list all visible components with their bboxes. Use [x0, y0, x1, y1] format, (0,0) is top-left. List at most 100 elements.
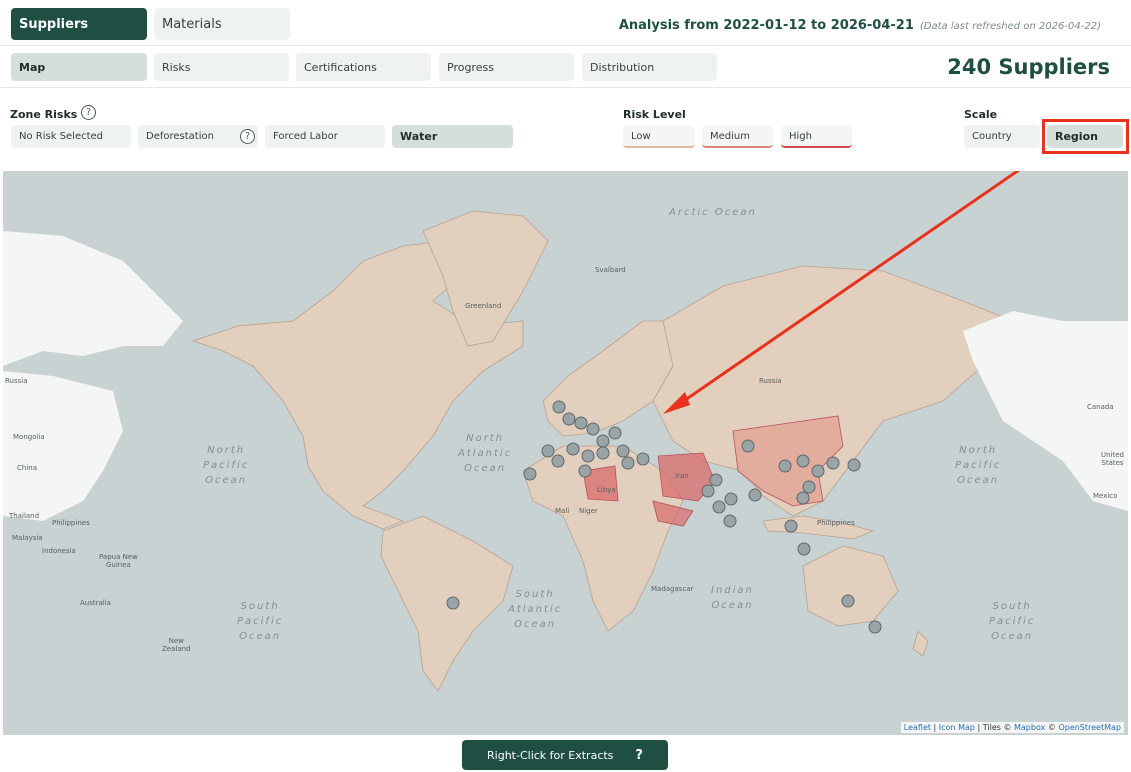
supplier-marker-icon[interactable]	[578, 464, 592, 478]
label-china: China	[17, 464, 37, 472]
option-forced-labor-label: Forced Labor	[273, 131, 338, 142]
mapbox-link[interactable]: Mapbox	[1014, 723, 1045, 732]
leaflet-link[interactable]: Leaflet	[904, 723, 931, 732]
supplier-marker-icon[interactable]	[796, 454, 810, 468]
label-russia-left: Russia	[5, 377, 28, 385]
supplier-marker-icon[interactable]	[541, 444, 555, 458]
supplier-marker-icon[interactable]	[523, 467, 537, 481]
analysis-title: Analysis from 2022-01-12 to 2026-04-21	[618, 18, 914, 33]
refresh-note: (Data last refreshed on 2026-04-22)	[919, 21, 1101, 32]
supplier-marker-icon[interactable]	[446, 596, 460, 610]
osm-link[interactable]: OpenStreetMap	[1058, 723, 1121, 732]
unloaded-tile-left	[3, 231, 183, 366]
risk-high[interactable]: High	[781, 126, 852, 148]
label-malaysia: Malaysia	[12, 534, 43, 542]
supplier-marker-icon[interactable]	[784, 519, 798, 533]
risk-medium-label: Medium	[710, 130, 750, 142]
label-svalbard: Svalbard	[595, 266, 626, 274]
supplier-marker-icon[interactable]	[608, 426, 622, 440]
supplier-marker-icon[interactable]	[797, 542, 811, 556]
supplier-marker-icon[interactable]	[847, 458, 861, 472]
tab-map[interactable]: Map	[11, 53, 147, 81]
label-philippines: Philippines	[817, 519, 855, 527]
extracts-label: Right-Click for Extracts	[487, 748, 614, 762]
highlight-box	[1042, 119, 1129, 154]
supplier-marker-icon[interactable]	[723, 514, 737, 528]
supplier-marker-icon[interactable]	[566, 442, 580, 456]
risk-medium[interactable]: Medium	[702, 126, 773, 148]
label-thailand: Thailand	[9, 512, 40, 520]
tab-certifications[interactable]: Certifications	[296, 53, 431, 81]
australia-land	[802, 545, 899, 627]
supplier-marker-icon[interactable]	[596, 446, 610, 460]
label-russia: Russia	[759, 377, 782, 385]
supplier-marker-icon[interactable]	[636, 452, 650, 466]
supplier-marker-icon[interactable]	[712, 500, 726, 514]
supplier-marker-icon[interactable]	[586, 422, 600, 436]
supplier-count: 240 Suppliers	[947, 55, 1110, 79]
map-attribution: Leaflet | Icon Map | Tiles © Mapbox © Op…	[900, 722, 1124, 733]
question-circle-icon[interactable]: ?	[240, 129, 255, 144]
label-niger: Niger	[579, 507, 598, 515]
supplier-marker-icon[interactable]	[596, 434, 610, 448]
supplier-marker-icon[interactable]	[841, 594, 855, 608]
option-water[interactable]: Water	[392, 125, 513, 148]
tab-distribution-label: Distribution	[590, 60, 655, 74]
supplier-marker-icon[interactable]	[552, 400, 566, 414]
label-greenland: Greenland	[465, 302, 502, 310]
ocean-north-atlantic: North Atlantic Ocean	[458, 433, 513, 474]
supplier-marker-icon[interactable]	[741, 439, 755, 453]
option-forced-labor[interactable]: Forced Labor	[265, 125, 385, 148]
supplier-marker-icon[interactable]	[616, 444, 630, 458]
ocean-south-pacific-left: South Pacific Ocean	[237, 601, 284, 642]
iconmap-link[interactable]: Icon Map	[939, 723, 975, 732]
tab-risks[interactable]: Risks	[154, 53, 289, 81]
risk-low[interactable]: Low	[623, 126, 695, 148]
scale-country[interactable]: Country	[964, 125, 1040, 148]
question-circle-icon[interactable]: ?	[81, 105, 96, 120]
label-mexico: Mexico	[1093, 492, 1118, 500]
supplier-marker-icon[interactable]	[811, 464, 825, 478]
label-philippines-left: Philippines	[52, 519, 90, 527]
extracts-button[interactable]: Right-Click for Extracts ?	[462, 740, 668, 770]
top-bar: Suppliers Materials Analysis from 2022-0…	[0, 0, 1131, 46]
supplier-marker-icon[interactable]	[621, 456, 635, 470]
supplier-marker-icon[interactable]	[724, 492, 738, 506]
unloaded-tile-asia	[3, 371, 123, 521]
option-deforestation-label: Deforestation	[146, 131, 214, 142]
supplier-marker-icon[interactable]	[748, 488, 762, 502]
supplier-marker-icon[interactable]	[562, 412, 576, 426]
supplier-marker-icon[interactable]	[581, 449, 595, 463]
label-australia: Australia	[80, 599, 111, 607]
tab-progress[interactable]: Progress	[439, 53, 574, 81]
tab-suppliers[interactable]: Suppliers	[11, 8, 147, 40]
analysis-range: Analysis from 2022-01-12 to 2026-04-21 (D…	[619, 18, 1101, 33]
label-united-states: United States	[1101, 451, 1124, 467]
supplier-marker-icon[interactable]	[796, 491, 810, 505]
supplier-marker-icon[interactable]	[574, 416, 588, 430]
scale-country-label: Country	[972, 131, 1012, 142]
tab-distribution[interactable]: Distribution	[582, 53, 717, 81]
supplier-marker-icon[interactable]	[826, 456, 840, 470]
tab-materials[interactable]: Materials	[154, 8, 290, 40]
zone-risks-title: Zone Risks	[10, 108, 78, 121]
risk-low-label: Low	[631, 130, 651, 142]
tab-materials-label: Materials	[162, 16, 222, 32]
new-zealand-land	[912, 630, 929, 657]
option-no-risk-label: No Risk Selected	[19, 131, 104, 142]
attrib-tiles: | Tiles ©	[974, 723, 1014, 732]
supplier-marker-icon[interactable]	[802, 480, 816, 494]
option-no-risk[interactable]: No Risk Selected	[11, 125, 131, 148]
supplier-marker-icon[interactable]	[868, 620, 882, 634]
label-new-zealand: New Zealand	[162, 637, 191, 653]
label-papua-new-guinea: Papua New Guinea	[99, 553, 138, 569]
supplier-marker-icon[interactable]	[709, 473, 723, 487]
supplier-marker-icon[interactable]	[551, 454, 565, 468]
ocean-south-atlantic: South Atlantic Ocean	[508, 589, 563, 630]
world-map[interactable]: Arctic Ocean North Atlantic Ocean North …	[3, 171, 1128, 735]
tab-certifications-label: Certifications	[304, 60, 377, 74]
tab-risks-label: Risks	[162, 60, 191, 74]
risk-level-title: Risk Level	[623, 108, 686, 121]
supplier-marker-icon[interactable]	[701, 484, 715, 498]
supplier-marker-icon[interactable]	[778, 459, 792, 473]
